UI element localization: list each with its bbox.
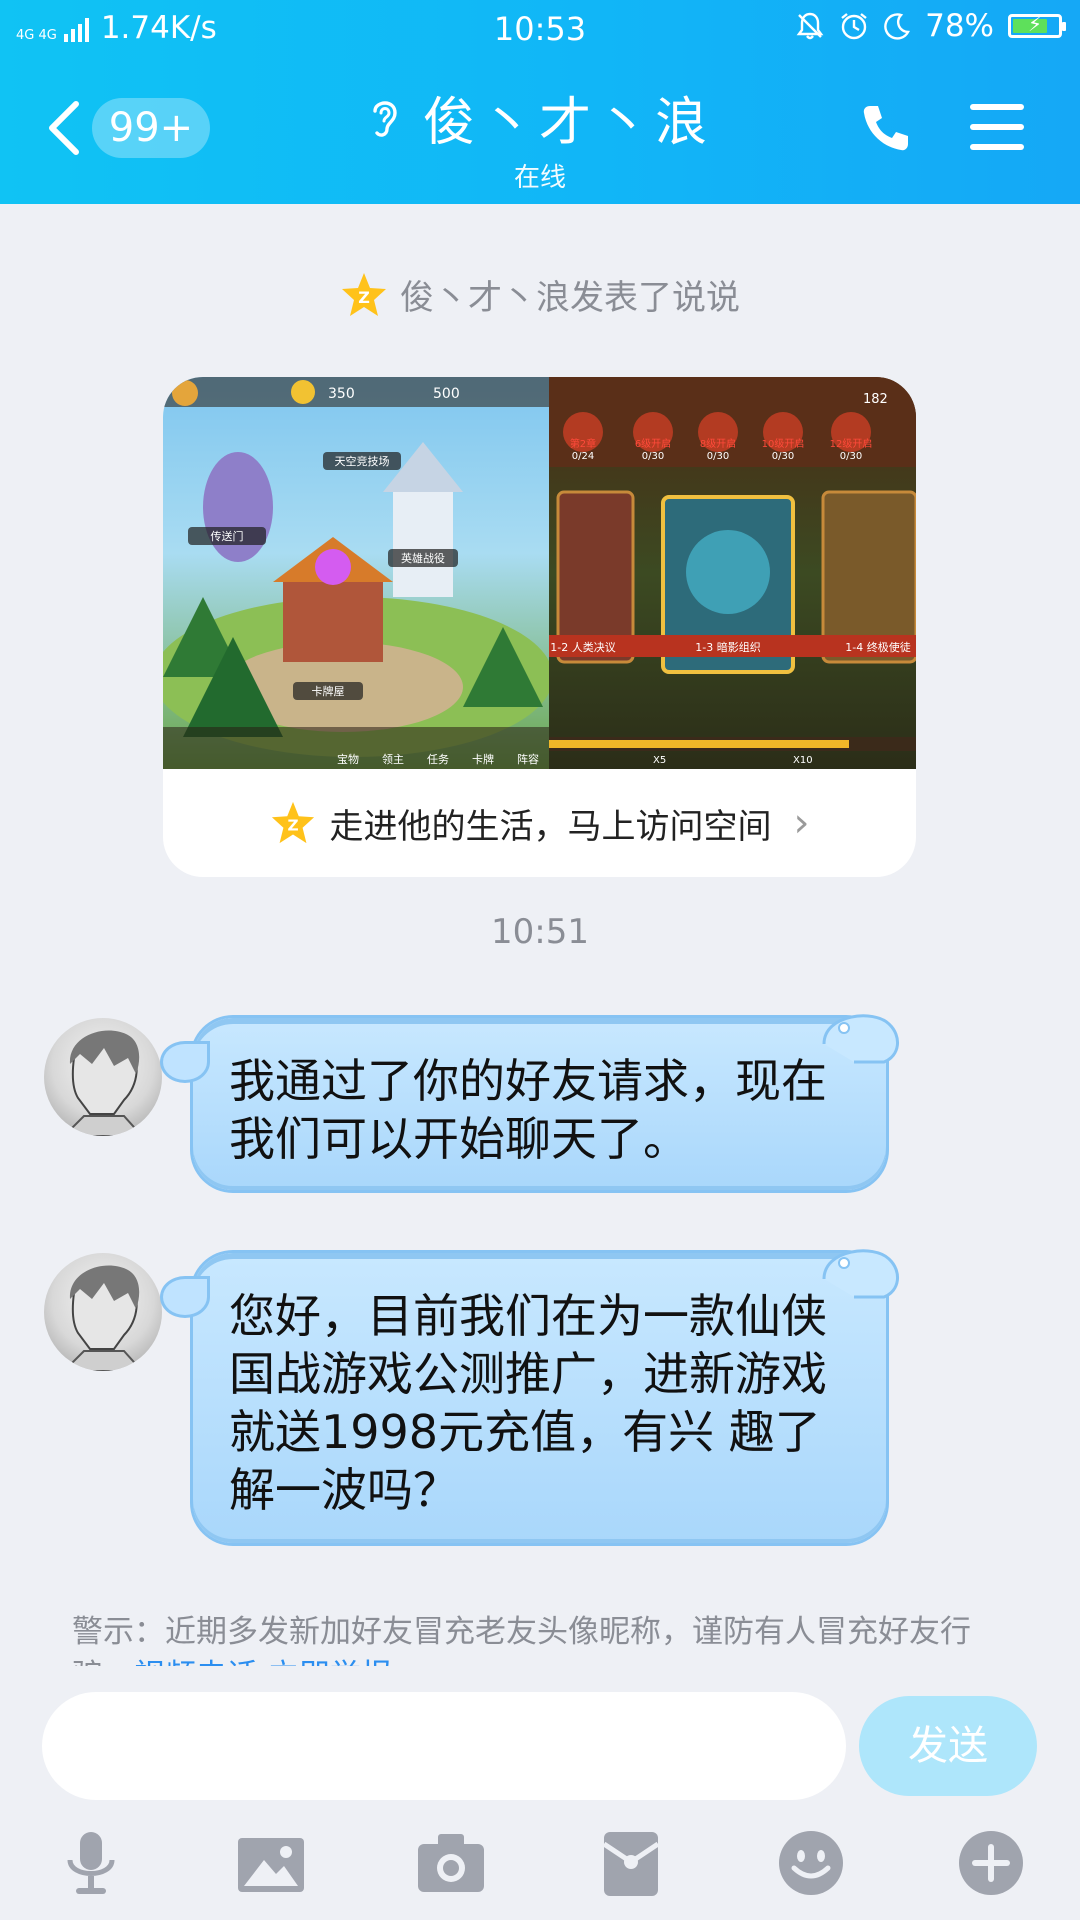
presence-status: 在线 — [513, 163, 566, 193]
svg-text:天空竞技场: 天空竞技场 — [335, 454, 390, 468]
visit-space-label: 走进他的生活，马上访问空间 — [329, 806, 772, 847]
svg-text:0/30: 0/30 — [707, 451, 729, 462]
avatar[interactable] — [44, 1253, 162, 1371]
svg-text:8级开启: 8级开启 — [700, 437, 736, 450]
svg-text:1-4 终极使徒: 1-4 终极使徒 — [845, 640, 910, 654]
phone-icon[interactable] — [860, 102, 912, 154]
battery-icon: ⚡ — [1008, 12, 1066, 38]
send-button[interactable]: 发送 — [859, 1696, 1037, 1796]
avatar[interactable] — [44, 1018, 162, 1136]
message-bubble[interactable]: 我通过了你的好友请求，现在我们可以开始聊天了。 — [163, 1014, 899, 1190]
system-notice-text: 俊丶才丶浪发表了说说 — [400, 278, 740, 318]
svg-text:Z: Z — [287, 817, 298, 835]
bubble-ear-icon — [822, 1014, 899, 1064]
camera-icon[interactable] — [416, 1828, 486, 1898]
svg-text:12级开启: 12级开启 — [830, 437, 873, 450]
avatar-image — [62, 1030, 144, 1136]
visit-space-link[interactable]: Z 走进他的生活，马上访问空间 › — [163, 769, 916, 877]
composer-bar: 发送 — [0, 1666, 1080, 1920]
svg-text:X5: X5 — [653, 755, 666, 766]
message-timestamp: 10:51 — [491, 912, 589, 952]
status-right: 78% ⚡ — [795, 8, 1066, 44]
svg-text:Z: Z — [358, 288, 370, 307]
status-bar: 4G 4G 1.74K/s 10:53 78% ⚡ — [0, 0, 1080, 58]
svg-text:0/30: 0/30 — [840, 451, 862, 462]
message-text: 我通过了你的好友请求，现在我们可以开始聊天了。 — [229, 1054, 827, 1166]
coin-count: 350 — [328, 386, 355, 402]
contact-name: 俊丶才丶浪 — [422, 93, 713, 153]
title-block: 俊丶才丶浪 在线 — [0, 80, 1080, 194]
bubble-ear-icon — [822, 1249, 899, 1299]
svg-text:1-3 暗影组织: 1-3 暗影组织 — [695, 640, 760, 654]
bell-off-icon — [796, 12, 824, 40]
svg-text:1-2 人类决议: 1-2 人类决议 — [550, 640, 615, 654]
svg-text:传送门: 传送门 — [211, 529, 244, 543]
svg-text:英雄战役: 英雄战役 — [401, 551, 445, 565]
system-notice: Z 俊丶才丶浪发表了说说 — [0, 270, 1080, 319]
top-bar: 4G 4G 1.74K/s 10:53 78% ⚡ 99+ 俊丶才丶浪 在线 — [0, 0, 1080, 204]
svg-text:0/30: 0/30 — [642, 451, 664, 462]
chevron-right-icon: › — [793, 800, 810, 846]
svg-text:第2章: 第2章 — [570, 437, 596, 450]
red-packet-icon[interactable] — [596, 1828, 666, 1898]
qzone-star-icon: Z — [271, 801, 314, 844]
input-toolbar — [0, 1828, 1080, 1906]
message-input[interactable] — [42, 1692, 846, 1800]
gold-count: 500 — [433, 386, 460, 402]
security-warning: 警示：近期多发新加好友冒充老友头像昵称，谨防有人冒充好友行骗，视频电话 立即举报 — [72, 1610, 1032, 1668]
svg-text:0/24: 0/24 — [572, 451, 594, 462]
battery-percent: 78% — [925, 8, 994, 44]
svg-text:任务: 任务 — [427, 753, 449, 766]
avatar-image — [62, 1265, 144, 1371]
moon-icon — [884, 13, 911, 40]
plus-icon[interactable] — [956, 1828, 1026, 1898]
message-text: 您好，目前我们在为一款仙侠国战游戏公测推广，进新游戏就送1998元充值，有兴 趣… — [229, 1289, 827, 1517]
qzone-card[interactable]: 350 500 天空竞技场 传送门 英雄战役 卡牌屋 宝物 领主 任务 卡牌 阵… — [163, 377, 916, 877]
message-bubble[interactable]: 您好，目前我们在为一款仙侠国战游戏公测推广，进新游戏就送1998元充值，有兴 趣… — [163, 1249, 899, 1543]
svg-text:卡牌屋: 卡牌屋 — [312, 684, 345, 698]
game-screenshot-image: 350 500 天空竞技场 传送门 英雄战役 卡牌屋 宝物 领主 任务 卡牌 阵… — [163, 377, 916, 769]
svg-text:阵容: 阵容 — [517, 752, 539, 766]
ear-icon — [373, 100, 397, 137]
menu-icon[interactable] — [970, 104, 1024, 150]
ticket-count: 182 — [863, 392, 888, 407]
chat-header: 99+ 俊丶才丶浪 在线 — [0, 58, 1080, 204]
qzone-star-icon: Z — [342, 272, 386, 316]
svg-text:宝物: 宝物 — [337, 752, 359, 766]
svg-text:X10: X10 — [793, 755, 813, 766]
svg-text:0/30: 0/30 — [772, 451, 794, 462]
svg-text:6级开启: 6级开启 — [635, 437, 671, 450]
svg-text:卡牌: 卡牌 — [472, 752, 494, 766]
emoji-icon[interactable] — [776, 1828, 846, 1898]
contact-title[interactable]: 俊丶才丶浪 — [367, 80, 713, 155]
alarm-icon — [841, 13, 867, 40]
microphone-icon[interactable] — [56, 1828, 126, 1898]
image-icon[interactable] — [236, 1828, 306, 1898]
svg-text:10级开启: 10级开启 — [762, 437, 805, 450]
svg-text:领主: 领主 — [382, 753, 404, 766]
